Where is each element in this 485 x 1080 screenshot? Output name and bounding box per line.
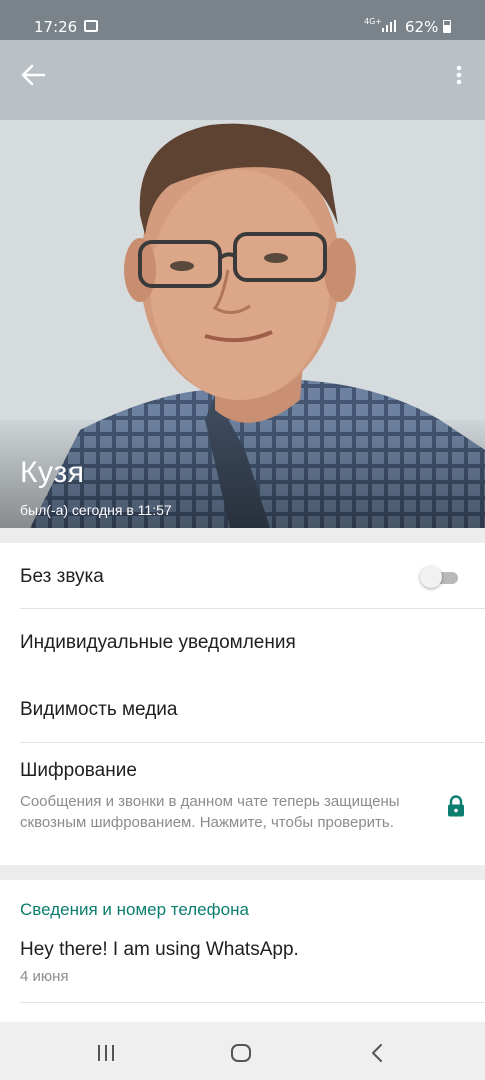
encryption-label: Шифрование <box>20 760 137 781</box>
custom-notifications-row[interactable]: Индивидуальные уведомления <box>0 609 485 675</box>
last-seen-status: был(-а) сегодня в 11:57 <box>20 502 172 518</box>
status-bar: 17:26 4G+ 62% <box>0 0 485 40</box>
contact-name: Кузя <box>20 456 85 489</box>
home-icon[interactable] <box>230 1043 252 1063</box>
network-type: 4G+ <box>364 17 382 26</box>
mute-row[interactable]: Без звука <box>0 543 485 609</box>
lock-icon <box>448 795 464 817</box>
status-time: 17:26 <box>34 18 78 36</box>
chat-settings-card: Без звука Индивидуальные уведомления Вид… <box>0 543 485 865</box>
gallery-notification-icon <box>84 20 98 32</box>
toggle-thumb <box>420 566 442 588</box>
back-arrow-icon[interactable] <box>18 62 48 88</box>
about-section-title: Сведения и номер телефона <box>20 900 249 919</box>
profile-photo-header[interactable]: 17:26 4G+ 62% Кузя был(-а) сегодня в 11:… <box>0 0 485 528</box>
system-nav-bar <box>0 1022 485 1080</box>
mute-label: Без звука <box>20 566 104 587</box>
about-and-phone-card: Сведения и номер телефона Hey there! I a… <box>0 880 485 1022</box>
media-visibility-label: Видимость медиа <box>20 699 178 720</box>
nav-back-icon[interactable] <box>369 1043 385 1063</box>
encryption-description: Сообщения и звонки в данном чате теперь … <box>20 793 400 831</box>
about-status-date: 4 июня <box>20 968 69 985</box>
mute-toggle[interactable] <box>420 566 458 588</box>
divider <box>20 1002 485 1003</box>
about-status-text: Hey there! I am using WhatsApp. <box>20 939 299 960</box>
more-options-icon[interactable] <box>450 62 468 88</box>
signal-icon <box>382 20 396 32</box>
recent-apps-icon[interactable] <box>96 1045 116 1061</box>
custom-notifications-label: Индивидуальные уведомления <box>20 632 296 653</box>
battery-icon <box>443 20 451 33</box>
battery-percent: 62% <box>405 18 439 36</box>
media-visibility-row[interactable]: Видимость медиа <box>0 675 485 742</box>
